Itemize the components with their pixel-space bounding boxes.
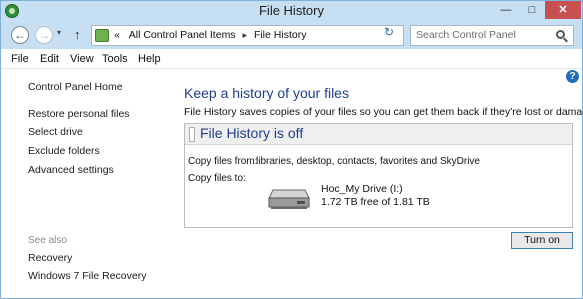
breadcrumb-file-history[interactable]: File History [254,29,307,41]
address-bar[interactable]: « All Control Panel Items ▸ File History… [91,25,454,46]
breadcrumb: « All Control Panel Items ▸ File History [114,29,306,41]
search-input[interactable]: Search Control Panel [410,25,574,46]
menu-file[interactable]: File [11,53,29,65]
title-bar: File History — □ ✕ [1,1,582,22]
breadcrumb-all-control-panel-items[interactable]: All Control Panel Items [129,29,236,41]
file-history-window: File History — □ ✕ ← → ▾ ↑ « All Control… [0,0,583,299]
copy-from-value: libraries, desktop, contacts, favorites … [256,156,480,167]
windows-7-file-recovery-link[interactable]: Windows 7 File Recovery [28,270,146,282]
page-title: Keep a history of your files [184,85,349,101]
exclude-folders-link[interactable]: Exclude folders [28,145,100,157]
navigation-bar: ← → ▾ ↑ « All Control Panel Items ▸ File… [1,22,582,49]
recovery-link[interactable]: Recovery [28,252,72,264]
breadcrumb-overflow-icon[interactable]: « [114,29,120,41]
forward-button[interactable]: → [35,26,53,44]
refresh-icon[interactable]: ↻ [384,25,394,39]
status-header: File History is off [185,124,572,145]
drive-name: Hoc_My Drive (I:) [321,183,403,195]
menu-bar: File Edit View Tools Help [1,49,582,69]
copy-to-label: Copy files to: [188,173,246,184]
restore-personal-files-link[interactable]: Restore personal files [28,108,130,120]
page-description: File History saves copies of your files … [184,106,583,118]
help-icon[interactable]: ? [566,70,579,83]
close-button[interactable]: ✕ [545,1,581,19]
drive-free-space: 1.72 TB free of 1.81 TB [321,196,430,208]
left-task-pane: Control Panel Home Restore personal file… [1,70,176,298]
breadcrumb-separator-icon[interactable]: ▸ [242,30,247,40]
select-drive-link[interactable]: Select drive [28,126,83,138]
up-button[interactable]: ↑ [74,27,81,42]
copy-from-label: Copy files from: [188,156,258,167]
see-also-label: See also [28,235,67,246]
recent-locations-icon[interactable]: ▾ [57,28,61,37]
control-panel-icon [95,29,109,42]
menu-view[interactable]: View [70,53,94,65]
minimize-button[interactable]: — [493,1,519,19]
search-icon[interactable] [556,30,565,39]
status-title: File History is off [200,125,304,141]
maximize-button[interactable]: □ [519,1,545,19]
status-panel: File History is off Copy files from: lib… [184,123,573,228]
drive-icon [268,189,310,209]
menu-edit[interactable]: Edit [40,53,59,65]
search-placeholder: Search Control Panel [416,29,516,41]
turn-on-button[interactable]: Turn on [511,232,573,249]
back-button[interactable]: ← [11,26,29,44]
menu-help[interactable]: Help [138,53,161,65]
menu-tools[interactable]: Tools [102,53,128,65]
advanced-settings-link[interactable]: Advanced settings [28,164,114,176]
control-panel-home-link[interactable]: Control Panel Home [28,81,123,93]
status-indicator [189,127,195,142]
main-content: ? Keep a history of your files File Hist… [176,70,583,298]
